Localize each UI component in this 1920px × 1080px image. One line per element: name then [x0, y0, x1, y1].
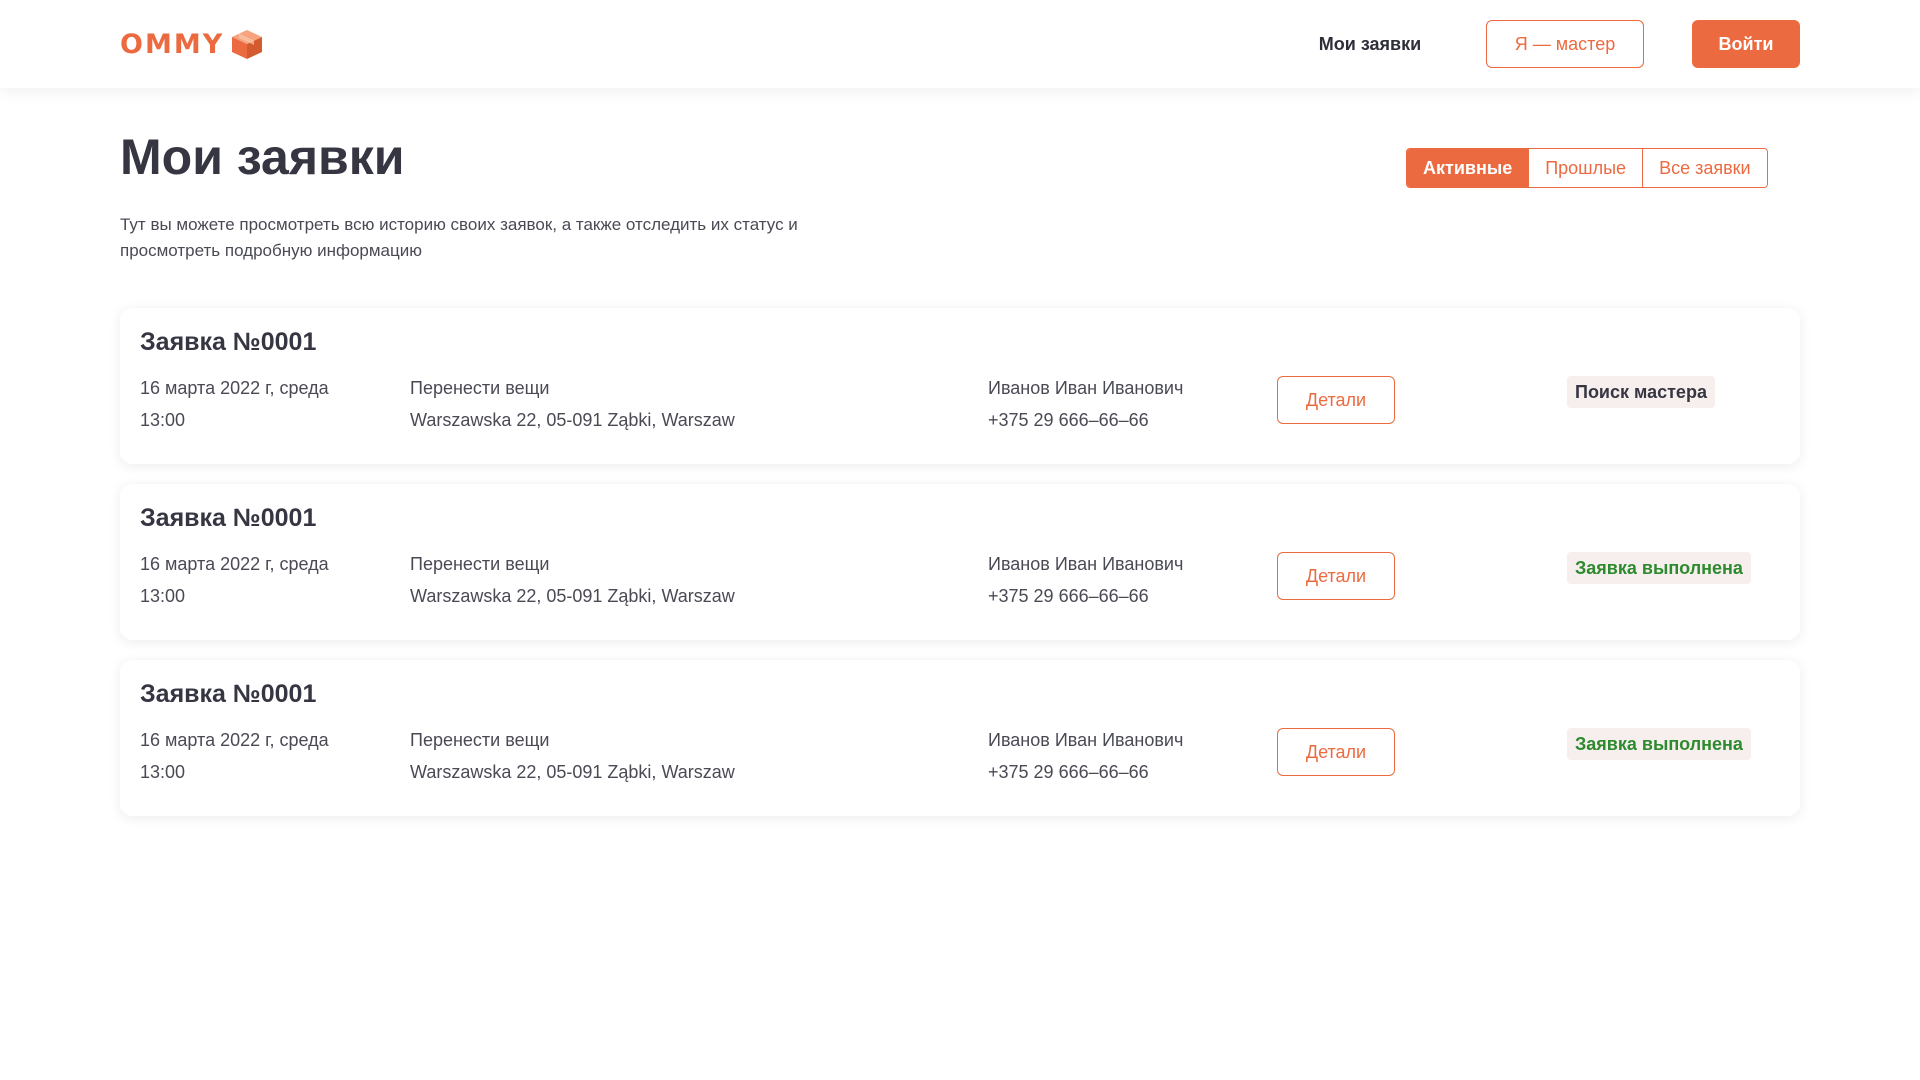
client-name: Иванов Иван Иванович — [988, 730, 1184, 750]
client-phone: +375 29 666–66–66 — [988, 762, 1149, 782]
page-title: Мои заявки — [120, 129, 405, 185]
client-name: Иванов Иван Иванович — [988, 554, 1184, 574]
details-button[interactable]: Детали — [1277, 376, 1395, 424]
request-task: Перенести вещи Warszawska 22, 05-091 Ząb… — [410, 372, 970, 436]
tab-active[interactable]: Активные — [1407, 149, 1529, 187]
page-description: Тут вы можете просмотреть всю историю св… — [120, 215, 798, 260]
request-address: Warszawska 22, 05-091 Ząbki, Warszaw — [410, 410, 735, 430]
details-button[interactable]: Детали — [1277, 728, 1395, 776]
request-time: 13:00 — [140, 586, 186, 606]
request-card: Заявка №0001 16 марта 2022 г, среда 13:0… — [120, 308, 1800, 464]
request-title: Заявка №0001 — [140, 680, 317, 708]
request-title: Заявка №0001 — [140, 328, 317, 356]
request-client: Иванов Иван Иванович +375 29 666–66–66 — [988, 372, 1248, 436]
client-phone: +375 29 666–66–66 — [988, 586, 1149, 606]
request-list: Заявка №0001 16 марта 2022 г, среда 13:0… — [120, 308, 1800, 836]
request-client: Иванов Иван Иванович +375 29 666–66–66 — [988, 548, 1248, 612]
top-header: OMMY Мои заявки Я — мастер Войти — [0, 0, 1920, 88]
tab-all[interactable]: Все заявки — [1642, 149, 1767, 187]
login-button[interactable]: Войти — [1692, 20, 1800, 68]
status-badge: Поиск мастера — [1567, 376, 1715, 408]
request-card: Заявка №0001 16 марта 2022 г, среда 13:0… — [120, 660, 1800, 816]
request-address: Warszawska 22, 05-091 Ząbki, Warszaw — [410, 762, 735, 782]
box-logo-icon — [232, 30, 263, 59]
tab-past[interactable]: Прошлые — [1528, 149, 1643, 187]
request-datetime: 16 марта 2022 г, среда 13:00 — [140, 724, 400, 788]
request-client: Иванов Иван Иванович +375 29 666–66–66 — [988, 724, 1248, 788]
request-address: Warszawska 22, 05-091 Ząbki, Warszaw — [410, 586, 735, 606]
request-time: 13:00 — [140, 762, 186, 782]
request-task-name: Перенести вещи — [410, 554, 550, 574]
request-date: 16 марта 2022 г, среда — [140, 730, 329, 750]
logo-text: OMMY — [120, 28, 225, 60]
nav-my-requests[interactable]: Мои заявки — [1300, 30, 1440, 58]
request-card: Заявка №0001 16 марта 2022 г, среда 13:0… — [120, 484, 1800, 640]
request-time: 13:00 — [140, 410, 186, 430]
request-task-name: Перенести вещи — [410, 378, 550, 398]
status-badge: Заявка выполнена — [1567, 552, 1751, 584]
request-task: Перенести вещи Warszawska 22, 05-091 Ząb… — [410, 548, 970, 612]
client-phone: +375 29 666–66–66 — [988, 410, 1149, 430]
client-name: Иванов Иван Иванович — [988, 378, 1184, 398]
request-datetime: 16 марта 2022 г, среда 13:00 — [140, 548, 400, 612]
request-date: 16 марта 2022 г, среда — [140, 378, 329, 398]
request-title: Заявка №0001 — [140, 504, 317, 532]
request-task-name: Перенести вещи — [410, 730, 550, 750]
status-badge: Заявка выполнена — [1567, 728, 1751, 760]
request-date: 16 марта 2022 г, среда — [140, 554, 329, 574]
master-button[interactable]: Я — мастер — [1486, 20, 1644, 68]
logo[interactable]: OMMY — [120, 26, 264, 62]
request-datetime: 16 марта 2022 г, среда 13:00 — [140, 372, 400, 436]
filter-tabs: Активные Прошлые Все заявки — [1406, 148, 1768, 188]
request-task: Перенести вещи Warszawska 22, 05-091 Ząb… — [410, 724, 970, 788]
details-button[interactable]: Детали — [1277, 552, 1395, 600]
